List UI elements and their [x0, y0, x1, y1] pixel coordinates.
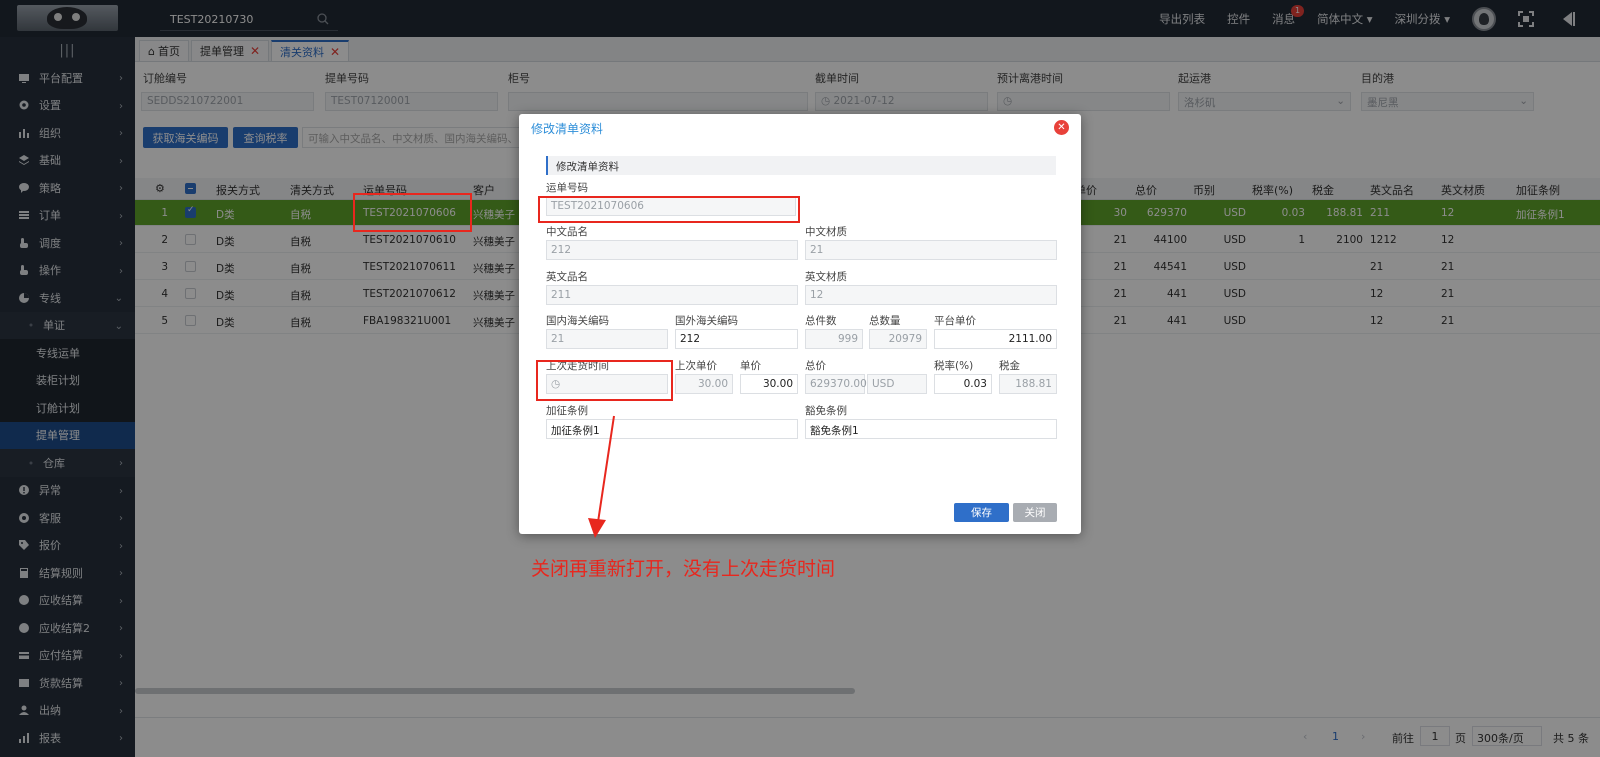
annotation-text: 关闭再重新打开，没有上次走货时间 [531, 558, 836, 580]
annotation-arrow-icon [588, 415, 615, 538]
